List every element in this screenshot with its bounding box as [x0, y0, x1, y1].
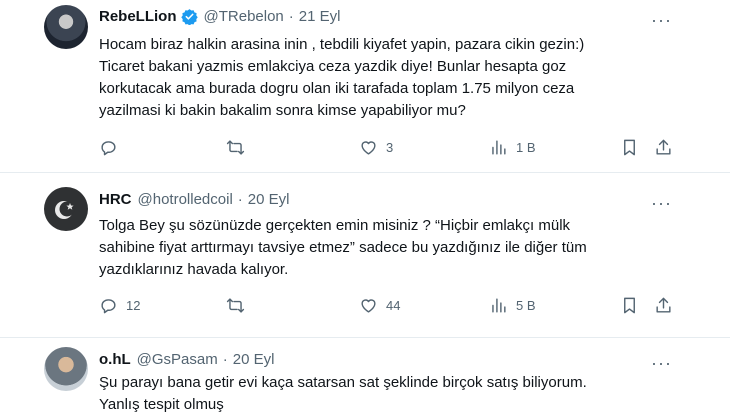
user-handle[interactable]: @GsPasam [137, 351, 218, 368]
tweet-text: Hocam biraz halkin arasina inin , tebdil… [99, 36, 585, 119]
tweet-text: Şu parayı bana getir evi kaça satarsan s… [99, 374, 587, 413]
verified-badge-icon [180, 8, 198, 26]
action-bar: 3 1 B [99, 138, 679, 158]
timestamp[interactable]: 20 Eyl [248, 191, 290, 208]
more-icon[interactable]: ··· [651, 11, 672, 29]
avatar[interactable] [44, 187, 88, 231]
separator: · [222, 351, 228, 368]
display-name[interactable]: o.hL [99, 351, 131, 368]
reply-button[interactable] [99, 138, 126, 157]
views-button[interactable]: 1 B [489, 138, 536, 157]
action-bar: 12 44 5 B [99, 296, 679, 316]
reply-count: 12 [126, 298, 141, 313]
retweet-icon [226, 140, 245, 155]
retweet-button[interactable] [226, 138, 253, 157]
heart-icon [361, 299, 376, 313]
heart-icon [361, 141, 376, 155]
share-icon [656, 297, 671, 313]
share-button[interactable] [654, 138, 673, 157]
reply-icon [101, 299, 116, 314]
tweet[interactable]: HRC @hotrolledcoil · 20 Eyl ··· Tolga Be… [0, 172, 730, 338]
like-count: 3 [386, 140, 394, 155]
display-name[interactable]: HRC [99, 191, 132, 208]
views-icon [492, 298, 506, 313]
bookmark-icon [624, 297, 635, 314]
view-count: 5 B [516, 298, 536, 313]
crescent-icon [55, 201, 75, 219]
like-button[interactable]: 44 [359, 296, 400, 315]
display-name[interactable]: RebeLLion [99, 8, 177, 25]
separator: · [237, 191, 243, 208]
bookmark-button[interactable] [620, 296, 639, 315]
more-icon[interactable]: ··· [651, 194, 672, 212]
retweet-icon [226, 298, 245, 313]
views-button[interactable]: 5 B [489, 296, 536, 315]
user-handle[interactable]: @TRebelon [204, 8, 284, 25]
share-button[interactable] [654, 296, 673, 315]
timestamp[interactable]: 20 Eyl [233, 351, 275, 368]
tweet[interactable]: RebeLLion @TRebelon · 21 Eyl ··· Hocam b… [0, 0, 730, 173]
reply-icon [101, 141, 116, 156]
views-icon [492, 140, 506, 155]
avatar[interactable] [44, 5, 88, 49]
separator: · [288, 8, 294, 25]
like-count: 44 [386, 298, 401, 313]
retweet-button[interactable] [226, 296, 253, 315]
tweet[interactable]: o.hL @GsPasam · 20 Eyl ··· Şu parayı ban… [0, 337, 730, 420]
more-icon[interactable]: ··· [651, 354, 672, 372]
tweet-text: Tolga Bey şu sözünüzde gerçekten emin mi… [99, 217, 587, 278]
timestamp[interactable]: 21 Eyl [299, 8, 341, 25]
reply-button[interactable]: 12 [99, 296, 140, 315]
bookmark-icon [624, 139, 635, 156]
bookmark-button[interactable] [620, 138, 639, 157]
avatar[interactable] [44, 347, 88, 391]
like-button[interactable]: 3 [359, 138, 393, 157]
share-icon [656, 139, 671, 155]
view-count: 1 B [516, 140, 536, 155]
user-handle[interactable]: @hotrolledcoil [138, 191, 233, 208]
